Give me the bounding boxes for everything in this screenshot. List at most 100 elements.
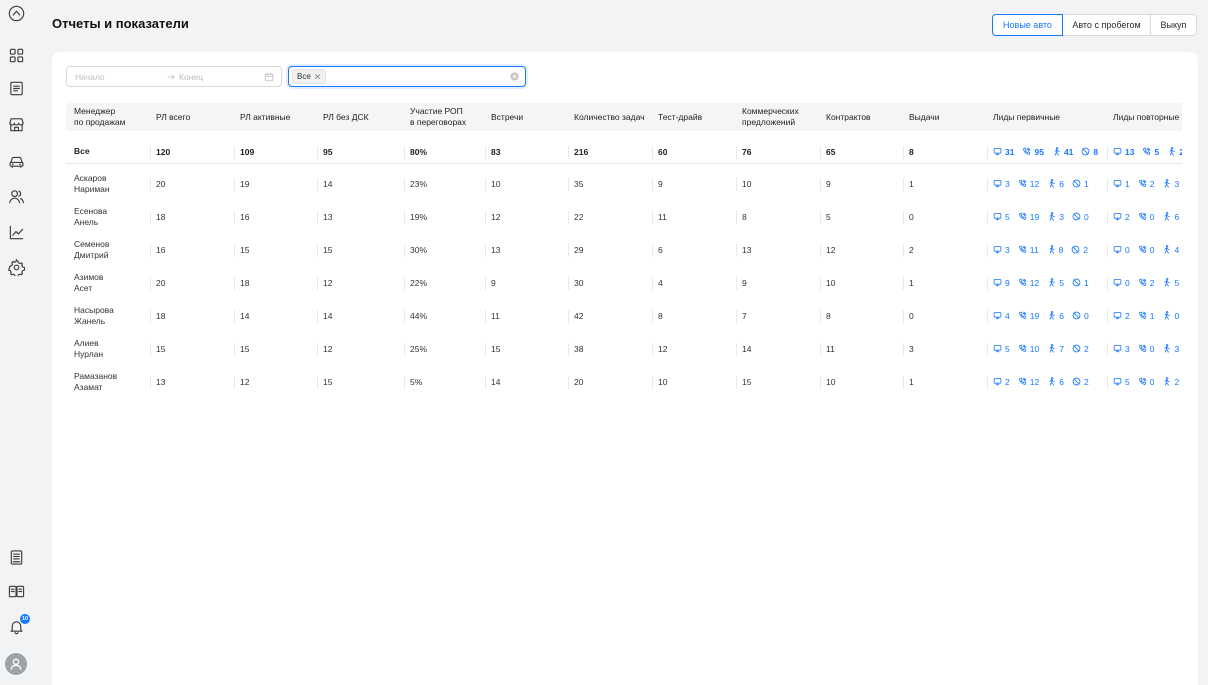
lead-call-count: 2 (1149, 277, 1155, 288)
chart-icon[interactable] (8, 224, 25, 241)
monitor-icon (993, 311, 1002, 320)
table-row: Алиев Нурлан 15 15 12 25% 15 38 12 14 11 3 5 10 7 2 3 0 3 (66, 332, 1182, 365)
lead-call: 11 (1018, 245, 1039, 255)
lead-web-count: 31 (1005, 146, 1015, 157)
contracts-cell: 5 (818, 210, 901, 224)
list-icon[interactable] (8, 80, 25, 97)
manager-name-line: Дмитрий (74, 249, 109, 260)
meetings-cell: 11 (483, 309, 566, 323)
store-icon[interactable] (8, 116, 25, 133)
column-header-deliveries: Выдачи (909, 111, 940, 122)
close-icon[interactable] (314, 73, 321, 80)
walk-in-icon (1162, 245, 1171, 254)
lead-call: 12 (1018, 278, 1039, 288)
dashboard-grid-icon[interactable] (8, 47, 25, 64)
manager-name-cell: Аскаров Нариман (66, 173, 148, 195)
contracts-cell: 65 (818, 145, 901, 159)
manager-name-line: Нариман (74, 183, 110, 194)
leads-primary-cell: 3 11 8 2 (985, 243, 1105, 257)
lead-rejected-count: 1 (1083, 277, 1089, 288)
gauge-logo-icon[interactable] (8, 5, 25, 22)
ban-icon (1081, 147, 1090, 156)
lead-call: 0 (1138, 376, 1155, 387)
calendar-icon[interactable] (264, 72, 274, 82)
tasks-cell: 35 (566, 177, 650, 191)
lead-walk: 6 (1047, 377, 1064, 387)
lead-call-count: 5 (1154, 146, 1160, 157)
lead-walk: 3 (1162, 179, 1179, 189)
tab-new-cars[interactable]: Новые авто (992, 14, 1063, 36)
commercial-offers-cell: 15 (734, 375, 818, 389)
rl-no-dsk-cell: 15 (315, 243, 402, 257)
avatar-icon[interactable] (5, 653, 27, 675)
tasks-cell: 38 (566, 342, 650, 356)
lead-walk-count: 4 (1174, 244, 1180, 255)
clear-circle-icon[interactable] (510, 72, 519, 81)
column-header-rl-no-dsk: РЛ без ДСК (323, 111, 369, 122)
manager-name-cell: Азимов Асет (66, 272, 148, 294)
manager-select[interactable]: Все (288, 66, 526, 87)
car-type-tabs: Новые авто Авто с пробегом Выкуп (992, 14, 1197, 36)
phone-icon (1018, 344, 1027, 353)
table-header-row: Менеджер по продажам РЛ всего РЛ активные Р… (66, 103, 1182, 131)
rl-no-dsk-cell: 14 (315, 177, 402, 191)
commercial-offers-cell: 13 (734, 243, 818, 257)
rop-participation-cell: 80% (402, 145, 483, 159)
rop-participation-cell: 30% (402, 243, 483, 257)
phone-icon (1138, 311, 1147, 320)
date-range-picker[interactable]: Начало Конец (66, 66, 282, 87)
rop-participation-cell: 25% (402, 342, 483, 356)
deliveries-cell: 1 (901, 375, 985, 389)
users-icon[interactable] (8, 188, 25, 205)
lead-rejected-count: 1 (1083, 178, 1089, 189)
walk-in-icon (1047, 311, 1056, 320)
date-start-input[interactable]: Начало (75, 72, 167, 82)
tab-used-cars[interactable]: Авто с пробегом (1063, 14, 1151, 36)
report-card: Начало Конец Все Менеджер по продажам РЛ … (52, 52, 1198, 685)
lead-web-count: 2 (1005, 376, 1010, 387)
lead-web: 13 (1113, 147, 1134, 157)
table-row: Есенова Анель 18 16 13 19% 12 22 11 8 5 0 5 19 3 0 2 0 6 (66, 200, 1182, 233)
test-drive-cell: 11 (650, 210, 734, 224)
lead-web: 2 (1113, 212, 1130, 222)
lead-walk-count: 3 (1174, 343, 1180, 354)
lead-call: 12 (1018, 377, 1039, 387)
phone-icon (1018, 245, 1027, 254)
monitor-icon (993, 245, 1002, 254)
tasks-cell: 30 (566, 276, 650, 290)
car-icon[interactable] (8, 152, 25, 169)
tasks-cell: 42 (566, 309, 650, 323)
contracts-cell: 10 (818, 276, 901, 290)
settings-gear-icon[interactable] (8, 259, 25, 276)
tasks-cell: 29 (566, 243, 650, 257)
lead-web-count: 2 (1125, 310, 1130, 321)
lead-web-count: 3 (1125, 343, 1130, 354)
report-document-icon[interactable] (8, 549, 25, 566)
walk-in-icon (1162, 212, 1171, 221)
lead-web: 5 (993, 212, 1010, 222)
tab-buyout[interactable]: Выкуп (1151, 14, 1197, 36)
date-end-input[interactable]: Конец (179, 72, 264, 82)
monitor-icon (993, 147, 1002, 156)
lead-call: 2 (1138, 179, 1154, 189)
lead-call-count: 0 (1149, 376, 1155, 387)
rop-participation-cell: 23% (402, 177, 483, 191)
tasks-cell: 216 (566, 145, 650, 159)
leads-repeat-cell: 0 2 5 (1105, 276, 1182, 290)
ban-icon (1072, 278, 1081, 287)
column-header-meetings: Встречи (491, 111, 524, 122)
manager-name-cell: Есенова Анель (66, 206, 148, 228)
lead-walk: 6 (1047, 179, 1064, 189)
manager-name-cell: Рамазанов Азамат (66, 371, 148, 393)
lead-rejected: 2 (1072, 377, 1089, 387)
lead-web-count: 0 (1125, 244, 1130, 255)
bell-icon[interactable]: 10 (8, 614, 30, 635)
manager-name-cell: Семенов Дмитрий (66, 239, 148, 261)
book-icon[interactable] (8, 583, 25, 600)
contracts-cell: 10 (818, 375, 901, 389)
lead-call-count: 0 (1149, 211, 1155, 222)
table-body: Аскаров Нариман 20 19 14 23% 10 35 9 10 9 1 3 12 6 1 1 2 3… (66, 164, 1182, 398)
commercial-offers-cell: 14 (734, 342, 818, 356)
lead-walk-count: 23 (1179, 146, 1182, 157)
ban-icon (1072, 212, 1081, 221)
